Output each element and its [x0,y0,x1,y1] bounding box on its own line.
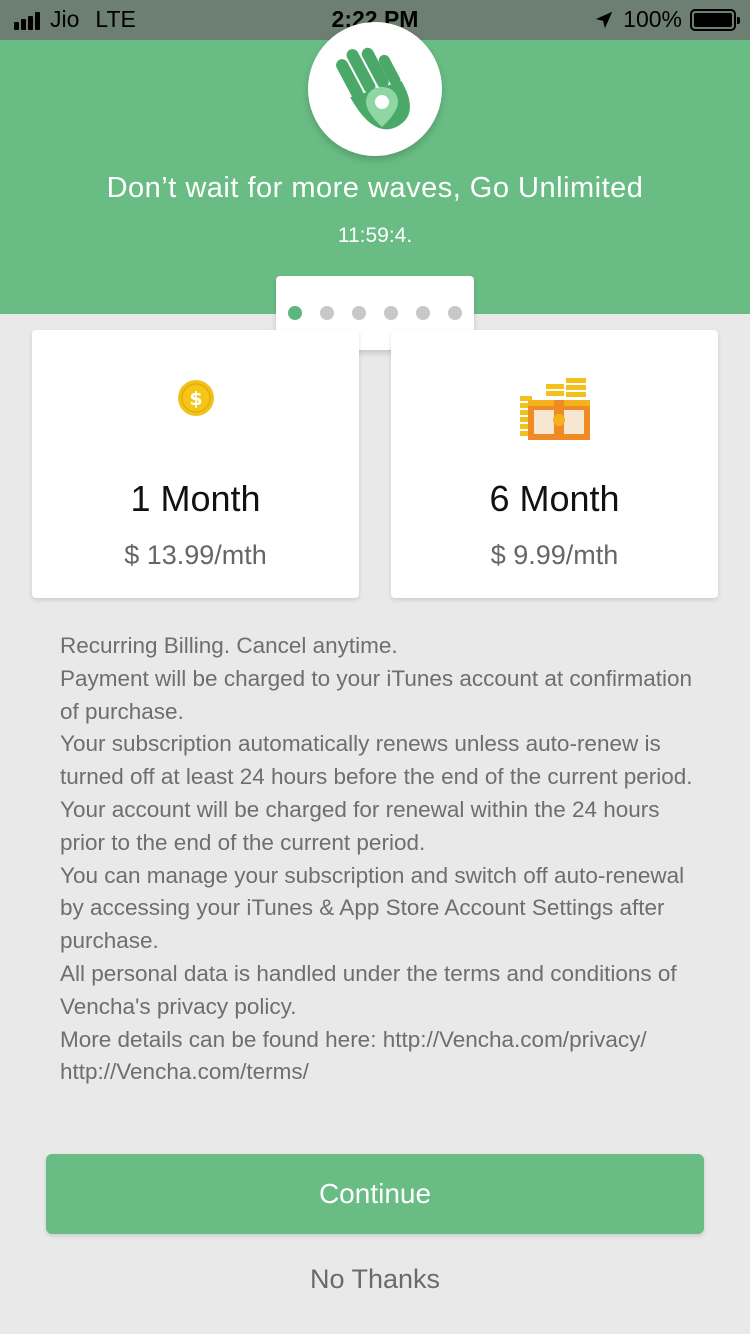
dollar-coin-icon: $ [177,380,214,416]
terms-line: You can manage your subscription and swi… [60,862,685,954]
treasure-chest-icon [519,378,590,440]
svg-text:$: $ [189,388,202,410]
terms-line: Recurring Billing. Cancel anytime. [60,633,398,658]
plan-title: 6 Month [489,478,620,519]
terms-line: Payment will be charged to your iTunes a… [60,665,692,724]
subscription-terms: Recurring Billing. Cancel anytime. Payme… [60,630,710,1089]
promo-headline: Don’t wait for more waves, Go Unlimited [106,172,644,204]
plan-price: $ 9.99/mth [490,540,619,570]
terms-line: All personal data is handled under the t… [60,960,677,1019]
continue-button[interactable]: Continue [46,1154,704,1234]
page-dot-5[interactable] [416,306,430,320]
plan-card-1-month[interactable]: $ 1 Month $ 13.99/mth [32,330,359,598]
app-logo [308,22,442,156]
terms-line: Your subscription automatically renews u… [60,731,693,790]
plan-title: 1 Month [130,478,261,519]
page-dot-3[interactable] [352,306,366,320]
plan-price: $ 13.99/mth [124,540,267,570]
battery-percent: 100% [623,6,682,32]
countdown-timer: 11:59:4. [337,224,413,247]
status-right: 100% [593,6,740,33]
terms-line[interactable]: More details can be found here: http://V… [60,1024,710,1090]
plan-card-6-month[interactable]: 6 Month $ 9.99/mth [391,330,718,598]
page-dot-2[interactable] [320,306,334,320]
no-thanks-link[interactable]: No Thanks [0,1264,750,1295]
page-dot-4[interactable] [384,306,398,320]
location-arrow-icon [595,11,613,28]
page-dot-6[interactable] [448,306,462,320]
hand-location-pin-icon [336,47,410,130]
promo-header: Don’t wait for more waves, Go Unlimited … [0,22,750,314]
page-dot-1[interactable] [288,306,302,320]
battery-icon [690,8,740,31]
terms-line: Your account will be charged for renewal… [60,796,660,855]
